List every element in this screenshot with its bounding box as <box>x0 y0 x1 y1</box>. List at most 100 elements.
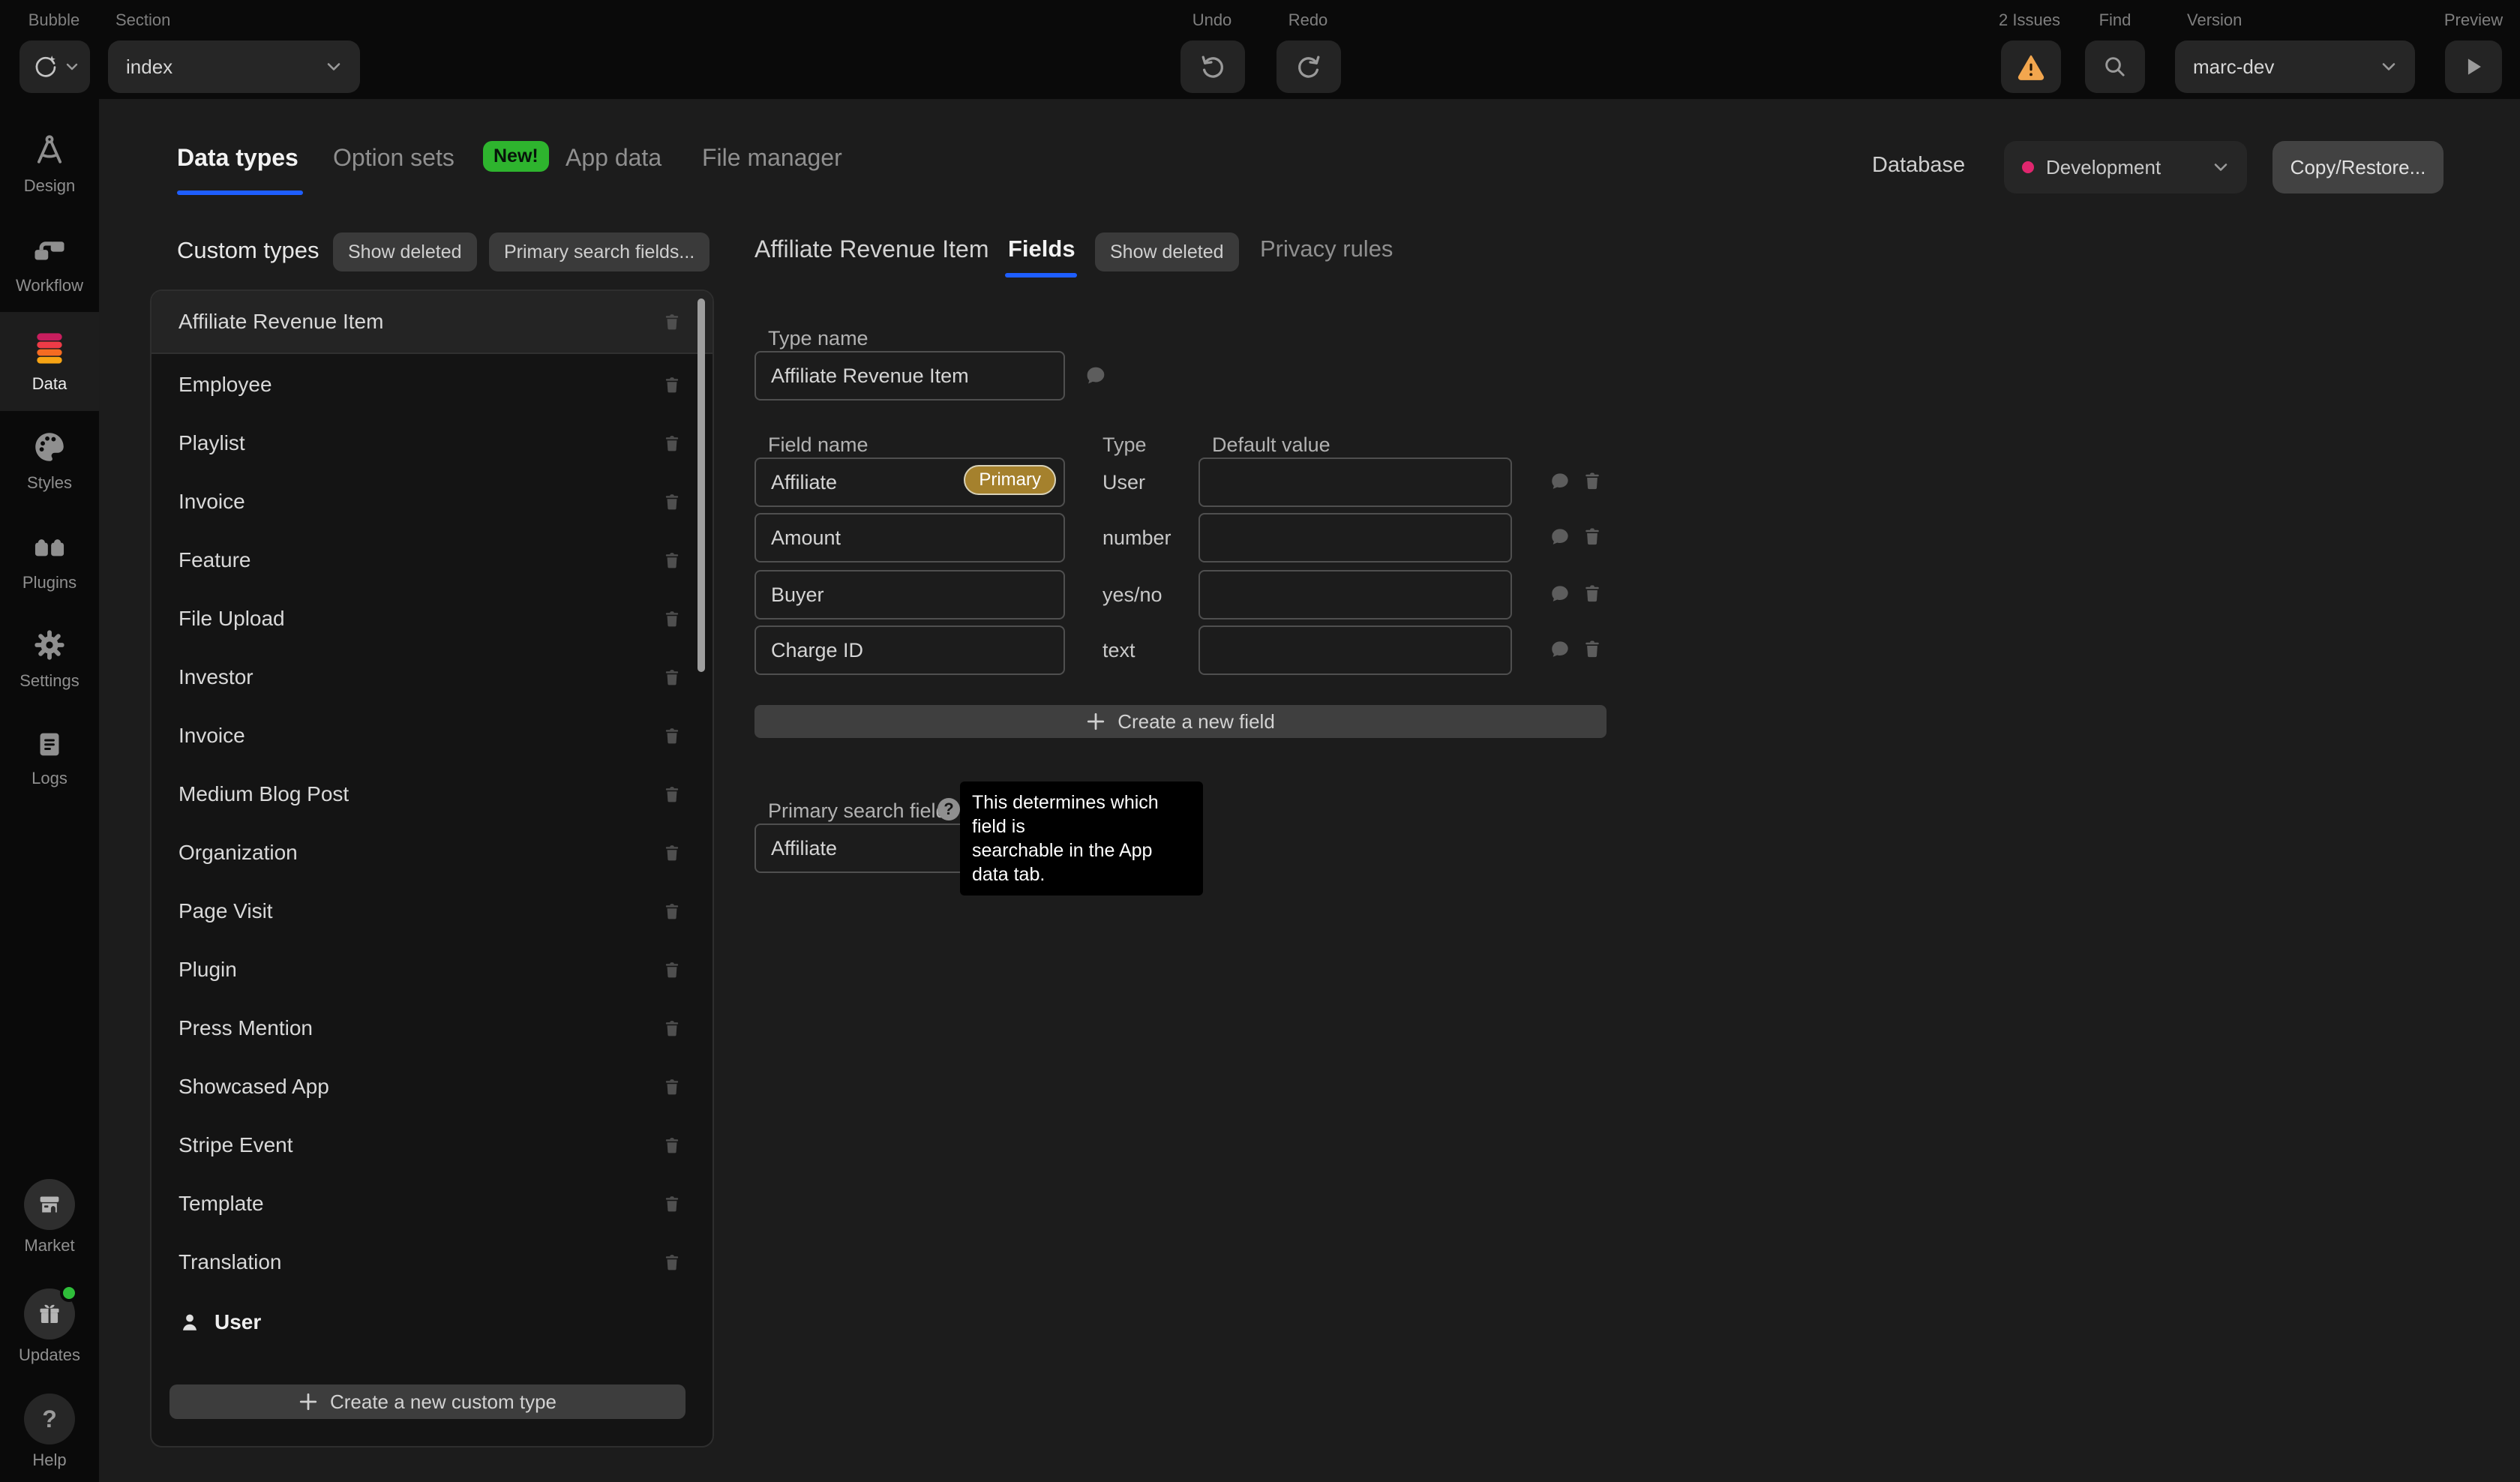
help-button[interactable]: ? <box>24 1394 75 1444</box>
comment-icon[interactable] <box>1083 363 1108 388</box>
trash-icon[interactable] <box>662 550 682 571</box>
market-button[interactable] <box>24 1179 75 1230</box>
trash-icon[interactable] <box>662 311 682 332</box>
undo-button[interactable] <box>1180 40 1245 93</box>
built-in-type-row-user[interactable]: User <box>152 1293 712 1352</box>
custom-type-row[interactable]: Investor <box>152 648 712 706</box>
section-select[interactable]: index <box>108 40 360 93</box>
environment-dot <box>2022 161 2034 173</box>
custom-type-row[interactable]: Affiliate Revenue Item <box>152 291 712 354</box>
primary-search-fields-button[interactable]: Primary search fields... <box>489 232 710 272</box>
default-value-input[interactable] <box>1198 626 1512 675</box>
custom-type-row[interactable]: Plugin <box>152 940 712 999</box>
workflow-icon <box>30 230 69 268</box>
list-scrollbar-thumb[interactable] <box>698 298 705 672</box>
custom-type-row[interactable]: File Upload <box>152 590 712 648</box>
trash-icon[interactable] <box>662 608 682 629</box>
sidebar-item-logs[interactable]: Logs <box>0 708 99 807</box>
primary-search-field-label: Primary search field <box>768 800 947 823</box>
custom-type-name: Medium Blog Post <box>178 782 349 806</box>
sidebar-item-data[interactable]: Data <box>0 312 99 411</box>
tab-data-types[interactable]: Data types <box>177 144 298 172</box>
custom-type-row[interactable]: Invoice <box>152 706 712 765</box>
custom-type-row[interactable]: Showcased App <box>152 1058 712 1116</box>
field-name-input[interactable]: Amount <box>754 513 1065 562</box>
default-value-input[interactable] <box>1198 458 1512 507</box>
custom-type-row[interactable]: Playlist <box>152 414 712 472</box>
trash-icon[interactable] <box>662 784 682 805</box>
sidebar-item-styles[interactable]: Styles <box>0 411 99 510</box>
trash-icon[interactable] <box>662 1076 682 1097</box>
primary-badge: Primary <box>964 465 1056 495</box>
tab-app-data[interactable]: App data <box>566 144 662 172</box>
trash-icon[interactable] <box>662 725 682 746</box>
trash-icon[interactable] <box>1581 638 1604 660</box>
fields-tab-underline <box>1005 273 1077 278</box>
trash-icon[interactable] <box>662 491 682 512</box>
default-value-input[interactable] <box>1198 570 1512 620</box>
field-name-input[interactable]: Affiliate Primary <box>754 458 1065 507</box>
field-name-input[interactable]: Charge ID <box>754 626 1065 675</box>
sidebar-item-settings[interactable]: Settings <box>0 609 99 708</box>
comment-icon[interactable] <box>1548 582 1572 606</box>
trash-icon[interactable] <box>1581 582 1604 604</box>
custom-type-row[interactable]: Employee <box>152 356 712 414</box>
copy-restore-button[interactable]: Copy/Restore... <box>2272 141 2444 194</box>
top-toolbar: Bubble Section index Undo Redo <box>0 0 2520 99</box>
custom-types-title: Custom types <box>177 237 320 264</box>
trash-icon[interactable] <box>662 842 682 863</box>
sidebar-item-workflow[interactable]: Workflow <box>0 213 99 312</box>
create-field-button[interactable]: Create a new field <box>754 705 1606 738</box>
active-tab-underline <box>177 190 303 195</box>
puzzle-icon <box>30 526 69 566</box>
field-name-input[interactable]: Buyer <box>754 570 1065 620</box>
type-name-input[interactable] <box>754 351 1065 400</box>
show-deleted-fields-button[interactable]: Show deleted <box>1095 232 1239 272</box>
trash-icon[interactable] <box>662 374 682 395</box>
default-value-input[interactable] <box>1198 513 1512 562</box>
trash-icon[interactable] <box>662 1193 682 1214</box>
sidebar-item-design[interactable]: Design <box>0 114 99 213</box>
custom-type-row[interactable]: Medium Blog Post <box>152 765 712 824</box>
trash-icon[interactable] <box>662 667 682 688</box>
custom-type-row[interactable]: Template <box>152 1174 712 1233</box>
trash-icon[interactable] <box>662 1135 682 1156</box>
trash-icon[interactable] <box>662 1018 682 1039</box>
comment-icon[interactable] <box>1548 638 1572 662</box>
trash-icon[interactable] <box>1581 470 1604 492</box>
environment-select[interactable]: Development <box>2004 141 2247 194</box>
custom-type-row[interactable]: Page Visit <box>152 882 712 940</box>
version-select[interactable]: marc-dev <box>2175 40 2415 93</box>
tab-file-manager[interactable]: File manager <box>702 144 842 172</box>
trash-icon[interactable] <box>662 433 682 454</box>
custom-type-row[interactable]: Feature <box>152 531 712 590</box>
comment-icon[interactable] <box>1548 525 1572 549</box>
tab-fields[interactable]: Fields <box>1008 236 1076 262</box>
undo-icon <box>1198 52 1227 81</box>
trash-icon[interactable] <box>662 959 682 980</box>
issues-button[interactable] <box>2001 40 2061 93</box>
trash-icon[interactable] <box>1581 525 1604 548</box>
issues-label: 2 Issues <box>1999 10 2060 30</box>
trash-icon[interactable] <box>662 901 682 922</box>
bubble-logo-button[interactable] <box>20 40 90 93</box>
show-deleted-types-button[interactable]: Show deleted <box>333 232 477 272</box>
custom-type-row[interactable]: Translation <box>152 1233 712 1292</box>
custom-type-row[interactable]: Organization <box>152 824 712 882</box>
comment-icon[interactable] <box>1548 470 1572 494</box>
custom-type-row[interactable]: Press Mention <box>152 999 712 1058</box>
custom-type-row[interactable]: Stripe Event <box>152 1116 712 1174</box>
tab-privacy-rules[interactable]: Privacy rules <box>1260 236 1393 262</box>
play-icon <box>2461 54 2486 80</box>
sidebar-item-plugins[interactable]: Plugins <box>0 510 99 609</box>
tab-option-sets[interactable]: Option sets <box>333 144 454 172</box>
preview-button[interactable] <box>2445 40 2502 93</box>
create-custom-type-button[interactable]: Create a new custom type <box>170 1384 686 1419</box>
custom-type-name: Stripe Event <box>178 1133 293 1157</box>
find-button[interactable] <box>2085 40 2145 93</box>
column-type: Type <box>1102 434 1147 457</box>
redo-button[interactable] <box>1276 40 1341 93</box>
trash-icon[interactable] <box>662 1252 682 1273</box>
custom-type-row[interactable]: Invoice <box>152 472 712 531</box>
help-circle-icon[interactable]: ? <box>938 798 960 820</box>
